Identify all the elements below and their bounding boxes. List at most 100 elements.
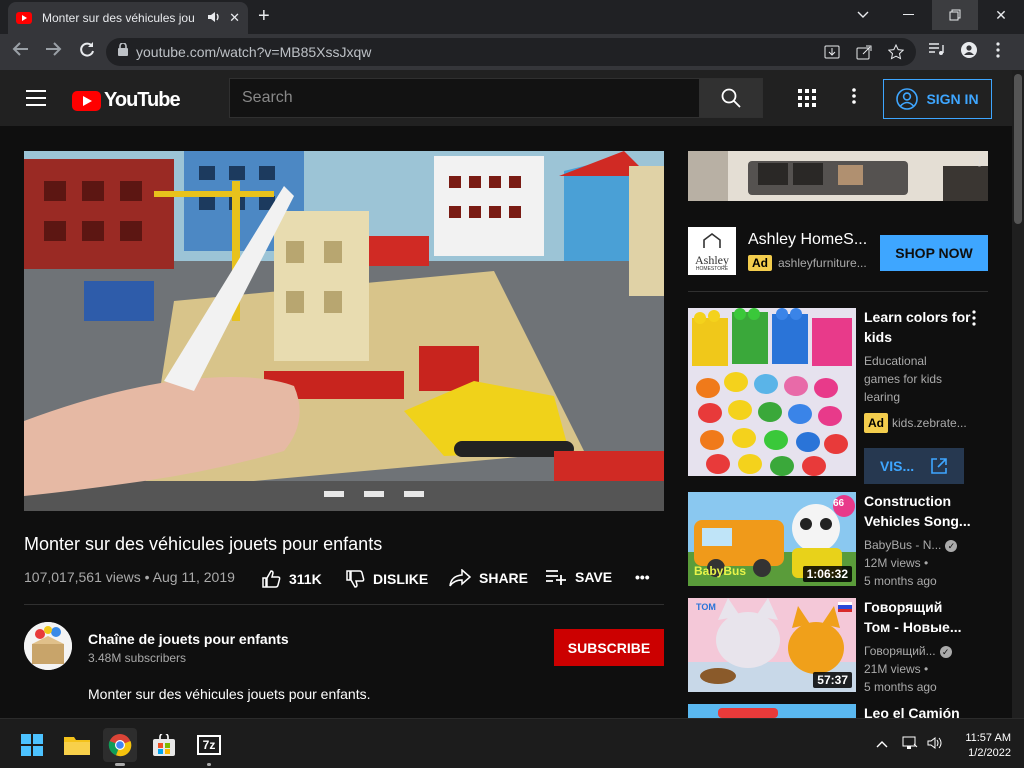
channel-name[interactable]: Chaîne de jouets pour enfants <box>88 631 289 647</box>
promoted-desc-line2: games for kids <box>864 372 943 386</box>
video-channel[interactable]: Говорящий... <box>864 644 936 658</box>
lock-icon[interactable] <box>118 42 128 61</box>
search-input[interactable] <box>242 89 699 107</box>
video-thumbnail[interactable]: TOM 57:37 <box>688 598 856 692</box>
video-thumbnail[interactable]: BabyBus 66 1:06:32 <box>688 492 856 586</box>
video-title-line2: Vehicles Song... <box>864 513 971 529</box>
browser-tab[interactable]: Monter sur des véhicules jou ✕ <box>8 2 248 34</box>
shop-now-button[interactable]: SHOP NOW <box>880 235 988 271</box>
video-title-link[interactable]: Говорящий Том - Новые... <box>864 597 974 637</box>
video-player[interactable] <box>24 151 664 511</box>
ad-domain-row: Ad ashleyfurniture... <box>748 255 867 271</box>
share-page-icon[interactable] <box>856 44 872 63</box>
visit-site-button[interactable]: VIS... <box>864 448 964 484</box>
promoted-thumbnail[interactable] <box>688 308 856 476</box>
video-title: Monter sur des véhicules jouets pour enf… <box>24 534 383 554</box>
video-title-line2: Том - Новые... <box>864 619 962 635</box>
chrome-taskbar-icon[interactable] <box>103 728 137 766</box>
clock-date: 1/2/2022 <box>968 747 1011 759</box>
install-app-icon[interactable] <box>824 44 840 63</box>
advertiser-logo[interactable]: Ashley HOMESTORE <box>688 227 736 275</box>
file-explorer-icon[interactable] <box>60 728 94 762</box>
youtube-logo[interactable]: YouTube <box>72 89 181 112</box>
like-button[interactable]: 311K <box>261 569 322 589</box>
apps-grid-icon[interactable] <box>798 89 816 107</box>
more-actions-button[interactable]: ••• <box>635 569 650 585</box>
ad-badge: Ad <box>864 413 888 433</box>
close-tab-icon[interactable]: ✕ <box>229 10 240 26</box>
tab-search-icon[interactable] <box>840 0 886 30</box>
volume-icon[interactable] <box>927 736 943 753</box>
speaker-icon[interactable] <box>207 11 221 26</box>
browser-tab-strip: Monter sur des véhicules jou ✕ + ✕ <box>0 0 1024 34</box>
video-title-line1: Говорящий <box>864 599 943 615</box>
thumbs-up-icon <box>262 570 281 588</box>
windows-start-icon[interactable] <box>15 728 49 762</box>
bookmark-star-icon[interactable] <box>887 43 905 63</box>
forward-icon[interactable] <box>44 41 62 62</box>
back-icon[interactable] <box>12 41 30 62</box>
save-button[interactable]: SAVE <box>545 569 612 585</box>
share-button[interactable]: SHARE <box>449 569 528 587</box>
advertiser-logo-text: Ashley <box>695 253 729 267</box>
profile-icon[interactable] <box>961 42 977 63</box>
clock-time: 11:57 AM <box>965 732 1011 744</box>
subscribe-button[interactable]: SUBSCRIBE <box>554 629 664 666</box>
show-hidden-icons-chevron-icon[interactable] <box>876 736 888 751</box>
network-icon[interactable] <box>902 736 918 753</box>
video-duration: 57:37 <box>813 672 852 688</box>
minimize-icon[interactable] <box>886 0 932 30</box>
video-frame-image <box>24 151 664 511</box>
dislike-button[interactable]: DISLIKE <box>345 569 428 589</box>
search-button[interactable] <box>699 78 763 118</box>
promoted-desc-line3: learing <box>864 390 901 404</box>
video-title-line1: Construction <box>864 493 952 509</box>
thumbnail-brand-text: TOM <box>696 602 716 612</box>
address-bar[interactable]: youtube.com/watch?v=MB85XssJxqw <box>106 38 916 66</box>
hamburger-menu-icon[interactable] <box>26 90 46 106</box>
reload-icon[interactable] <box>78 41 96 64</box>
thumbnail-brand-text: BabyBus <box>694 564 747 578</box>
ad-title[interactable]: Ashley HomeS... <box>748 231 868 249</box>
windows-taskbar: 7z 11:57 AM 1/2/2022 <box>0 718 1024 768</box>
close-window-icon[interactable]: ✕ <box>978 0 1024 30</box>
ad-info-icon[interactable]: ⓘ <box>974 153 985 169</box>
system-clock[interactable]: 11:57 AM 1/2/2022 <box>955 731 1011 761</box>
divider <box>24 604 664 605</box>
visit-label: VIS... <box>879 458 915 474</box>
media-queue-icon[interactable] <box>928 42 944 61</box>
restore-icon[interactable] <box>932 0 978 30</box>
video-views: 21M views • <box>864 662 929 676</box>
page-scrollbar[interactable] <box>1012 70 1024 718</box>
verified-check-icon: ✓ <box>939 645 952 658</box>
chrome-menu-icon[interactable] <box>996 42 1000 63</box>
new-tab-icon[interactable]: + <box>258 5 270 28</box>
channel-avatar[interactable] <box>24 622 72 670</box>
divider <box>688 291 988 292</box>
promoted-description: Educational games for kids learing <box>864 352 974 406</box>
scrollbar-thumb[interactable] <box>1014 74 1022 224</box>
microsoft-store-icon[interactable] <box>147 728 181 762</box>
video-channel[interactable]: BabyBus - N... <box>864 538 941 552</box>
ad-banner-image[interactable] <box>688 151 988 201</box>
ad-domain: ashleyfurniture... <box>778 256 867 270</box>
video-title-link[interactable]: Construction Vehicles Song... <box>864 491 974 531</box>
thumbnail-badge-text: 66 <box>833 498 845 509</box>
browser-toolbar: youtube.com/watch?v=MB85XssJxqw <box>0 34 1024 70</box>
youtube-favicon-icon <box>16 12 32 24</box>
7zip-icon[interactable]: 7z <box>192 728 226 766</box>
promoted-title[interactable]: Learn colors for kids <box>864 307 974 347</box>
video-meta: BabyBus - N... ✓ 12M views • 5 months ago <box>864 536 974 590</box>
search-box <box>229 78 700 118</box>
settings-more-icon[interactable] <box>852 88 856 108</box>
video-age: 5 months ago <box>864 680 937 694</box>
youtube-logo-text: YouTube <box>104 89 181 111</box>
video-thumbnail[interactable] <box>688 704 856 718</box>
user-circle-icon <box>896 88 919 110</box>
video-meta: Говорящий... ✓ 21M views • 5 months ago <box>864 642 974 696</box>
sign-in-label: SIGN IN <box>926 91 979 107</box>
sign-in-button[interactable]: SIGN IN <box>883 79 992 119</box>
house-icon <box>703 233 721 248</box>
card-more-icon[interactable] <box>972 310 976 331</box>
external-link-icon <box>931 458 947 474</box>
